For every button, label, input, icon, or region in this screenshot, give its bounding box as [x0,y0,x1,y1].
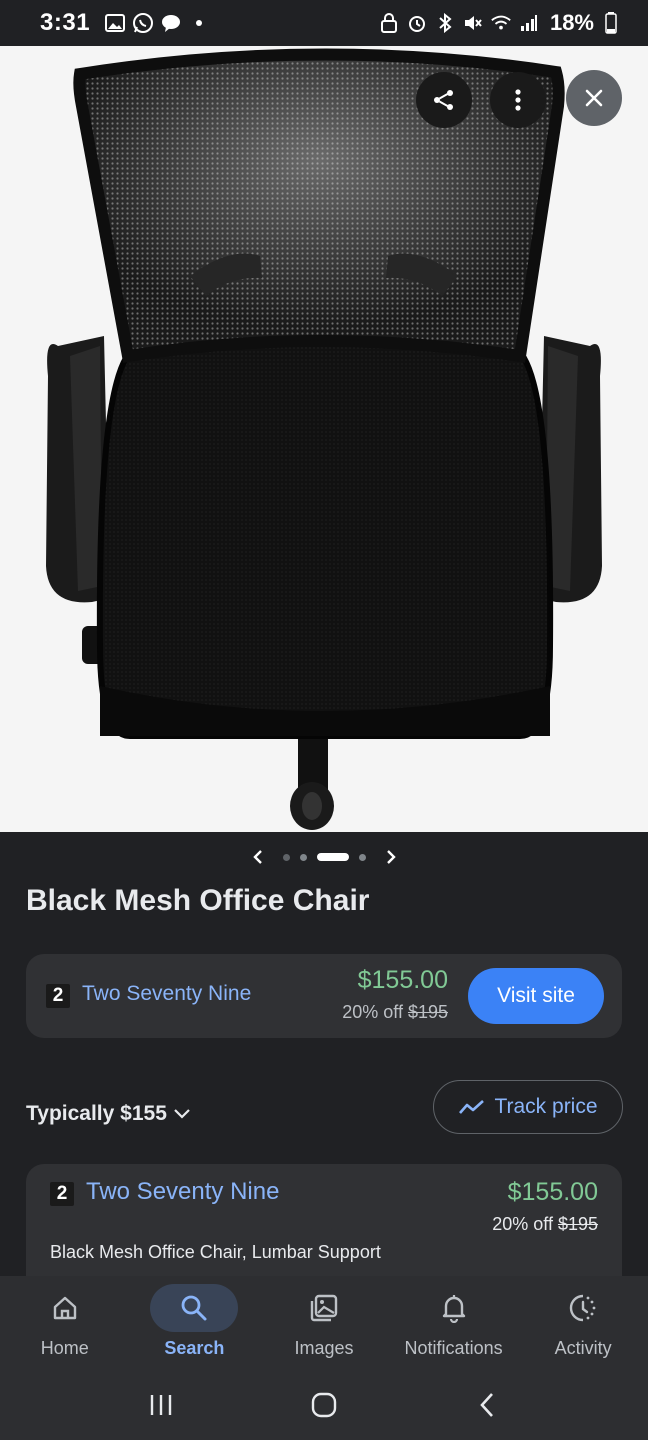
back-button[interactable] [457,1380,517,1430]
dot-icon [188,12,210,34]
lock-icon [378,12,400,34]
carousel-dot[interactable] [358,853,366,861]
status-bar: 3:31 18% [0,0,648,46]
nav-home[interactable]: Home [0,1276,130,1370]
offer-merchant-link[interactable]: Two Seventy Nine [86,1178,279,1206]
offer-original-price: $195 [557,1214,598,1234]
typical-price-label: Typically $155 [26,1102,167,1125]
nav-notifications[interactable]: Notifications [389,1276,519,1370]
back-arrow-icon [479,1393,493,1417]
more-vertical-icon [515,89,521,111]
offer-description: Black Mesh Office Chair, Lumbar Support [50,1242,381,1262]
carousel-dot[interactable] [299,853,307,861]
offer-discount: 20% off $195 [492,1214,598,1235]
track-price-label: Track price [494,1095,598,1118]
merchant-rank-badge: 2 [46,984,70,1008]
offer-discount-label: 20% off [492,1214,558,1234]
product-image[interactable] [0,46,648,832]
offer-price: $155.00 [507,1178,598,1206]
alarm-icon [406,12,428,34]
share-button[interactable] [416,72,472,128]
more-options-button[interactable] [490,72,546,128]
nav-search-label: Search [164,1338,225,1358]
carousel-dot[interactable] [282,853,290,861]
merchant-name-link[interactable]: Two Seventy Nine [82,982,251,1006]
product-title: Black Mesh Office Chair [26,884,370,917]
mute-icon [462,12,484,34]
nav-notifications-label: Notifications [404,1338,503,1358]
carousel-dot-active[interactable] [316,853,349,861]
bell-icon [442,1295,465,1323]
merchant-discount: 20% off $195 [342,1002,448,1023]
nav-activity-label: Activity [554,1338,612,1358]
whatsapp-icon [132,12,154,34]
chevron-down-icon [174,1109,190,1119]
merchant-card[interactable]: 2 Two Seventy Nine $155.00 20% off $195 … [26,954,622,1038]
home-icon [53,1296,76,1320]
system-navigation-bar [0,1370,648,1440]
chevron-left-icon [252,850,262,864]
original-price: $195 [407,1002,448,1022]
wifi-icon [490,12,512,34]
recent-apps-icon [151,1395,172,1415]
nav-activity[interactable]: Activity [518,1276,648,1370]
recent-apps-button[interactable] [131,1380,191,1430]
trending-icon [459,1100,485,1114]
nav-search[interactable]: Search [130,1276,260,1370]
signal-icon [518,12,540,34]
track-price-button[interactable]: Track price [433,1080,623,1134]
status-time: 3:31 [40,9,91,36]
images-icon [310,1294,338,1322]
close-icon [585,89,603,107]
nav-images[interactable]: Images [259,1276,389,1370]
search-icon [181,1295,207,1321]
typical-price-dropdown[interactable]: Typically $155 [26,1102,191,1126]
activity-icon [569,1294,596,1322]
home-system-button[interactable] [294,1380,354,1430]
close-button[interactable] [566,70,622,126]
battery-icon [600,12,622,34]
chat-bubble-icon [160,12,182,34]
status-system-icons: 18% [378,10,622,36]
gallery-icon [104,12,126,34]
office-chair-image [46,48,602,830]
discount-label: 20% off [342,1002,408,1022]
nav-home-label: Home [40,1338,89,1358]
next-image-button[interactable] [376,842,406,872]
chevron-right-icon [386,850,396,864]
bluetooth-icon [434,12,456,34]
merchant-price: $155.00 [357,966,448,994]
image-carousel-nav [0,840,648,874]
visit-site-button[interactable]: Visit site [468,968,604,1024]
status-notification-icons [104,12,210,34]
home-circle-icon [311,1392,337,1418]
share-icon [434,90,453,110]
nav-images-label: Images [294,1338,354,1358]
bottom-navigation: Home Search Images Notifications Activit… [0,1276,648,1370]
battery-percentage: 18% [549,10,594,35]
offer-rank-badge: 2 [50,1182,74,1206]
previous-image-button[interactable] [243,842,273,872]
